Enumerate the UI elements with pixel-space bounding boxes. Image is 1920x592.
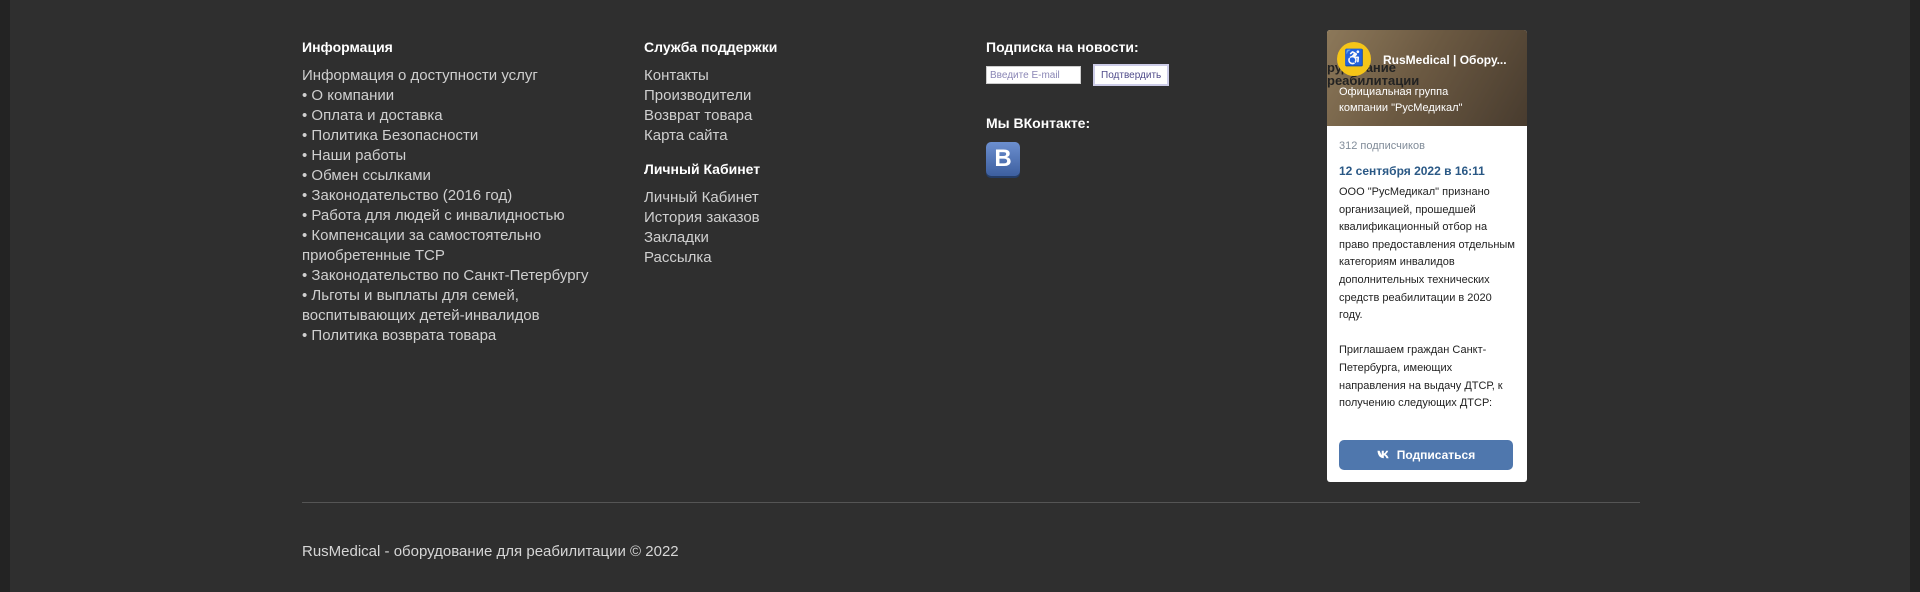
info-links: Информация о доступности услуг • О компа… bbox=[302, 66, 622, 346]
account-link-order-history[interactable]: История заказов bbox=[644, 208, 944, 228]
account-link-cabinet[interactable]: Личный Кабинет bbox=[644, 188, 944, 208]
subscribe-title: Подписка на новости: bbox=[986, 39, 1139, 55]
vk-post-date[interactable]: 12 сентября 2022 в 16:11 bbox=[1339, 164, 1527, 178]
account-title: Личный Кабинет bbox=[644, 161, 761, 177]
vk-widget-header[interactable]: рудование реабилитации ♿ RusMedical | Об… bbox=[1327, 30, 1527, 126]
vk-subscriber-count: 312 подписчиков bbox=[1339, 140, 1425, 152]
copyright-text: RusMedical - оборудование для реабилитац… bbox=[302, 543, 679, 560]
vk-title: Мы ВКонтакте: bbox=[986, 115, 1091, 131]
vk-group-name[interactable]: RusMedical | Обору... bbox=[1383, 53, 1523, 67]
vk-group-description: Официальная группа компании "РусМедикал" bbox=[1339, 86, 1463, 114]
subscribe-column: Подписка на новости: Подтвердить Мы ВКон… bbox=[986, 38, 1246, 176]
info-link-return-policy[interactable]: • Политика возврата товара bbox=[302, 326, 622, 346]
info-link-link-exchange[interactable]: • Обмен ссылками bbox=[302, 166, 622, 186]
confirm-button[interactable]: Подтвердить bbox=[1093, 64, 1170, 86]
info-link-about[interactable]: • О компании bbox=[302, 86, 622, 106]
subscribe-form: Подтвердить bbox=[986, 64, 1246, 86]
vk-group-widget: рудование реабилитации ♿ RusMedical | Об… bbox=[1327, 30, 1527, 482]
wheelchair-logo-icon[interactable]: ♿ bbox=[1337, 42, 1371, 76]
support-column: Служба поддержки Контакты Производители … bbox=[644, 38, 944, 268]
email-input[interactable] bbox=[986, 66, 1081, 84]
support-link-sitemap[interactable]: Карта сайта bbox=[644, 126, 944, 146]
info-link-our-works[interactable]: • Наши работы bbox=[302, 146, 622, 166]
info-link-accessibility[interactable]: Информация о доступности услуг bbox=[302, 66, 622, 86]
support-title: Служба поддержки bbox=[644, 39, 778, 55]
support-links: Контакты Производители Возврат товара Ка… bbox=[644, 66, 944, 146]
vk-subscribe-button[interactable]: Подписаться bbox=[1339, 440, 1513, 470]
info-link-family-benefits[interactable]: • Льготы и выплаты для семей, воспитываю… bbox=[302, 286, 622, 326]
page-right-edge bbox=[1910, 0, 1920, 592]
info-link-security-policy[interactable]: • Политика Безопасности bbox=[302, 126, 622, 146]
vk-subscribe-label: Подписаться bbox=[1396, 448, 1476, 462]
support-link-contacts[interactable]: Контакты bbox=[644, 66, 944, 86]
info-link-legislation-2016[interactable]: • Законодательство (2016 год) bbox=[302, 186, 622, 206]
info-title: Информация bbox=[302, 39, 393, 55]
page-left-edge bbox=[0, 0, 10, 592]
vk-icon bbox=[1377, 448, 1391, 462]
site-footer: Информация Информация о доступности услу… bbox=[10, 0, 1910, 592]
support-link-returns[interactable]: Возврат товара bbox=[644, 106, 944, 126]
vk-post-text: ООО "РусМедикал" признано организацией, … bbox=[1339, 186, 1515, 410]
account-link-bookmarks[interactable]: Закладки bbox=[644, 228, 944, 248]
account-links: Личный Кабинет История заказов Закладки … bbox=[644, 188, 944, 268]
info-link-jobs-disability[interactable]: • Работа для людей с инвалидностью bbox=[302, 206, 622, 226]
support-link-manufacturers[interactable]: Производители bbox=[644, 86, 944, 106]
account-link-newsletter[interactable]: Рассылка bbox=[644, 248, 944, 268]
info-link-compensation[interactable]: • Компенсации за самостоятельно приобрет… bbox=[302, 226, 622, 266]
vk-logo-icon[interactable]: B bbox=[986, 142, 1020, 176]
info-column: Информация Информация о доступности услу… bbox=[302, 38, 622, 346]
info-link-payment-delivery[interactable]: • Оплата и доставка bbox=[302, 106, 622, 126]
footer-divider bbox=[302, 502, 1640, 503]
info-link-spb-legislation[interactable]: • Законодательство по Санкт-Петербургу bbox=[302, 266, 622, 286]
